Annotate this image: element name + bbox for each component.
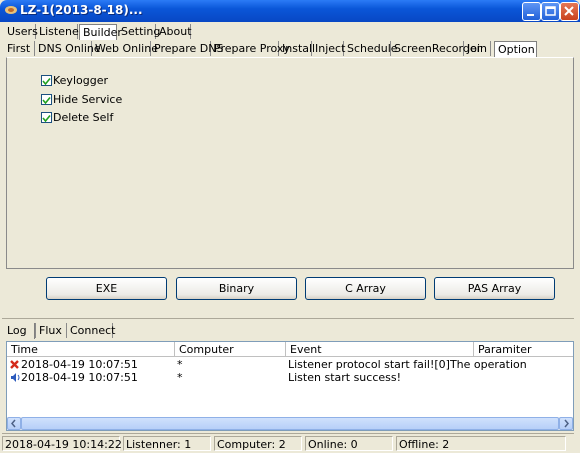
speaker-icon: [11, 373, 20, 382]
tab-setting[interactable]: Setting: [118, 24, 160, 39]
tab-prepare-proxy[interactable]: Prepare Proxy: [211, 41, 290, 56]
option-panel: Keylogger Hide Service Delete Self: [6, 57, 574, 269]
column-paramiter[interactable]: Paramiter: [474, 342, 573, 357]
tab-schedule[interactable]: Schedule: [344, 41, 398, 56]
minimize-icon: [527, 14, 534, 16]
exe-button[interactable]: EXE: [46, 277, 167, 300]
delete-self-checkbox[interactable]: [41, 112, 52, 123]
scroll-left-button[interactable]: [7, 417, 21, 430]
pas-array-button[interactable]: PAS Array: [434, 277, 555, 300]
log-tab-bar: Log Flux Connect: [4, 323, 204, 339]
tab-install[interactable]: Install: [279, 41, 315, 56]
table-row[interactable]: 2018-04-19 10:07:51 * Listen start succe…: [7, 371, 573, 384]
close-button[interactable]: [560, 2, 579, 21]
splitter[interactable]: [2, 318, 574, 319]
log-list[interactable]: Time Computer Event Paramiter 2018-04-19…: [6, 341, 574, 431]
arrow-right-icon: [564, 419, 569, 428]
tab-log[interactable]: Log: [4, 323, 35, 339]
row-event: Listener protocol start fail![0]The oper…: [288, 358, 527, 371]
title-bar: LZ-1(2013-8-18)...: [0, 0, 580, 22]
status-bar: 2018-04-19 10:14:22 Listenner: 1 Compute…: [2, 433, 574, 452]
checkmark-icon: [42, 114, 51, 123]
close-icon: [564, 6, 574, 16]
tab-builder[interactable]: Builder: [79, 24, 122, 40]
tab-web-online[interactable]: Web Online: [92, 41, 158, 56]
maximize-icon: [545, 6, 556, 16]
horizontal-scrollbar[interactable]: [7, 417, 573, 430]
tab-prepare-dns[interactable]: Prepare DNS: [151, 41, 223, 56]
table-row[interactable]: 2018-04-19 10:07:51 * Listener protocol …: [7, 358, 573, 371]
tab-screenrecorder[interactable]: ScreenRecorder: [391, 41, 481, 56]
status-listenner: Listenner: 1: [123, 436, 211, 451]
arrow-left-icon: [11, 419, 16, 428]
tab-connect[interactable]: Connect: [67, 323, 115, 338]
tab-listener[interactable]: Listener: [36, 24, 83, 39]
status-time: 2018-04-19 10:14:22: [2, 436, 122, 451]
row-time: 2018-04-19 10:07:51: [21, 371, 138, 384]
builder-tab-bar: First DNS Online Web Online Prepare DNS …: [4, 41, 574, 57]
tab-join[interactable]: Join: [464, 41, 491, 56]
status-online: Online: 0: [305, 436, 393, 451]
delete-self-label: Delete Self: [53, 111, 114, 124]
hide-service-checkbox[interactable]: [41, 94, 52, 105]
scroll-thumb[interactable]: [21, 417, 559, 430]
column-event[interactable]: Event: [286, 342, 474, 357]
tab-dns-online[interactable]: DNS Online: [35, 41, 101, 56]
keylogger-checkbox[interactable]: [41, 75, 52, 86]
tab-first[interactable]: First: [4, 41, 35, 56]
tab-inject[interactable]: Inject: [312, 41, 345, 56]
status-offline: Offline: 2: [396, 436, 566, 451]
error-icon: [10, 360, 19, 369]
scroll-right-button[interactable]: [559, 417, 573, 430]
column-time[interactable]: Time: [7, 342, 175, 357]
keylogger-label: Keylogger: [53, 74, 108, 87]
row-computer: *: [177, 371, 183, 384]
hide-service-label: Hide Service: [53, 93, 123, 106]
tab-users[interactable]: Users: [4, 24, 38, 39]
c-array-button[interactable]: C Array: [305, 277, 426, 300]
main-tab-bar: Users Listener Builder Setting About: [4, 24, 204, 40]
tab-flux[interactable]: Flux: [35, 323, 67, 338]
app-icon: [5, 6, 17, 14]
window-title: LZ-1(2013-8-18)...: [20, 3, 143, 17]
row-time: 2018-04-19 10:07:51: [21, 358, 138, 371]
column-computer[interactable]: Computer: [175, 342, 286, 357]
minimize-button[interactable]: [522, 2, 541, 21]
tab-option[interactable]: Option: [494, 41, 537, 57]
maximize-button[interactable]: [541, 2, 560, 21]
row-computer: *: [177, 358, 183, 371]
binary-button[interactable]: Binary: [176, 277, 297, 300]
checkmark-icon: [42, 96, 51, 105]
tab-about[interactable]: About: [156, 24, 192, 39]
checkmark-icon: [42, 77, 51, 86]
status-computer: Computer: 2: [214, 436, 302, 451]
row-event: Listen start success!: [288, 371, 402, 384]
